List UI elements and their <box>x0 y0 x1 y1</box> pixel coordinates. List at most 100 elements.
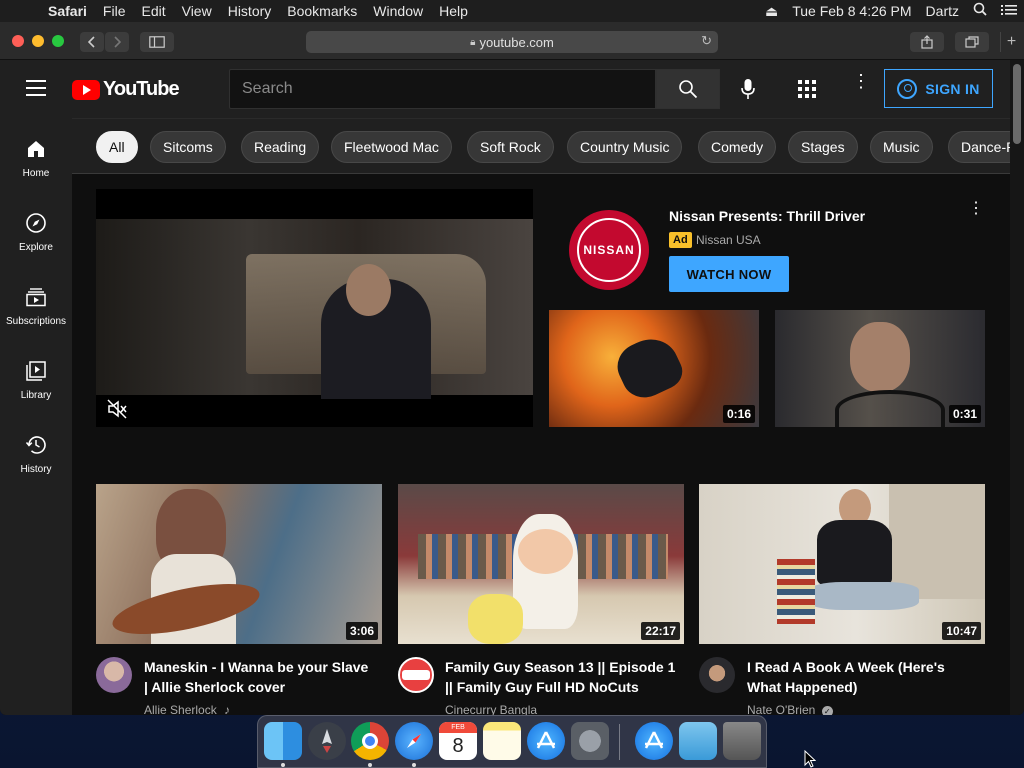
menubar-clock[interactable]: Tue Feb 8 4:26 PM <box>785 0 918 22</box>
ad-badge: Ad <box>669 232 692 248</box>
close-window-button[interactable] <box>12 35 24 47</box>
sidebar-toggle-button[interactable] <box>140 32 174 52</box>
video-title[interactable]: Family Guy Season 13 || Episode 1 || Fam… <box>445 657 675 697</box>
ad-title[interactable]: Nissan Presents: Thrill Driver <box>669 208 865 224</box>
chip-all[interactable]: All <box>96 131 138 163</box>
guide-item-subscriptions[interactable]: Subscriptions <box>0 286 72 327</box>
app-store-icon[interactable] <box>527 722 565 760</box>
nissan-logo[interactable]: NISSAN <box>569 210 649 290</box>
nissan-logo-text: NISSAN <box>583 243 635 257</box>
search-button[interactable] <box>656 69 720 109</box>
video-duration: 22:17 <box>641 622 680 640</box>
ad-video-player[interactable] <box>96 189 533 427</box>
verified-check-icon: ✓ <box>821 706 833 715</box>
reload-icon[interactable]: ↻ <box>701 33 712 49</box>
trash-icon[interactable] <box>723 722 761 760</box>
guide-label-home: Home <box>22 168 50 179</box>
video-channel[interactable]: Allie Sherlock ♪ <box>144 703 230 715</box>
video-title[interactable]: I Read A Book A Week (Here's What Happen… <box>747 657 945 697</box>
app-store-downloads-icon[interactable] <box>635 722 673 760</box>
eject-icon[interactable]: ⏏ <box>758 0 785 22</box>
notes-icon[interactable] <box>483 722 521 760</box>
menu-app-safari[interactable]: Safari <box>40 0 95 22</box>
video-thumbnail[interactable]: 22:17 <box>398 484 684 644</box>
channel-avatar[interactable] <box>398 657 434 693</box>
finder-icon[interactable] <box>264 722 302 760</box>
guide-item-home[interactable]: Home <box>0 138 72 179</box>
ad-more-options-icon[interactable]: ⋮ <box>968 201 984 226</box>
hamburger-menu-icon[interactable] <box>26 80 46 96</box>
launchpad-icon[interactable] <box>308 722 346 760</box>
voice-search-button[interactable] <box>733 72 763 106</box>
guide-item-explore[interactable]: Explore <box>0 212 72 253</box>
music-note-icon: ♪ <box>224 703 231 715</box>
address-bar[interactable]: 🔒︎ youtube.com ↻ <box>306 31 718 53</box>
minimize-window-button[interactable] <box>32 35 44 47</box>
menubar-user[interactable]: Dartz <box>919 0 966 22</box>
video-title[interactable]: Maneskin - I Wanna be your Slave | Allie… <box>144 657 368 697</box>
library-icon <box>25 360 47 382</box>
menu-window[interactable]: Window <box>365 0 431 22</box>
chip-soft-rock[interactable]: Soft Rock <box>467 131 554 163</box>
calendar-icon[interactable]: FEB 8 <box>439 722 477 760</box>
back-button[interactable] <box>80 32 104 52</box>
video-thumbnail[interactable]: 10:47 <box>699 484 985 644</box>
control-center-list-icon[interactable] <box>994 0 1024 22</box>
chip-filter-bar: All Sitcoms Reading Fleetwood Mac Soft R… <box>72 118 1010 174</box>
zoom-window-button[interactable] <box>52 35 64 47</box>
chip-fleetwood-mac[interactable]: Fleetwood Mac <box>331 131 452 163</box>
guide-item-library[interactable]: Library <box>0 360 72 401</box>
chip-comedy[interactable]: Comedy <box>698 131 777 163</box>
chip-music[interactable]: Music <box>870 131 933 163</box>
system-preferences-icon[interactable] <box>571 722 609 760</box>
ad-thumbnail-driver[interactable]: 0:31 <box>775 310 985 427</box>
spotlight-search-icon[interactable] <box>966 0 994 22</box>
channel-avatar[interactable] <box>96 657 132 693</box>
menu-view[interactable]: View <box>174 0 220 22</box>
channel-avatar[interactable] <box>699 657 735 693</box>
video-thumbnail[interactable]: 3:06 <box>96 484 382 644</box>
video-title-line: Maneskin - I Wanna be your Slave <box>144 659 369 675</box>
video-channel[interactable]: Nate O'Brien ✓ <box>747 703 833 715</box>
tab-overview-button[interactable] <box>955 32 989 52</box>
guide-label-history: History <box>20 464 52 475</box>
share-icon <box>921 35 933 49</box>
menu-help[interactable]: Help <box>431 0 476 22</box>
chip-sitcoms[interactable]: Sitcoms <box>150 131 226 163</box>
chrome-icon[interactable] <box>351 722 389 760</box>
dock-divider <box>619 724 620 760</box>
video-channel-name: Allie Sherlock <box>144 703 217 715</box>
guide-label-library: Library <box>20 390 52 401</box>
chip-country-music[interactable]: Country Music <box>567 131 683 163</box>
chip-stages[interactable]: Stages <box>788 131 858 163</box>
forward-button[interactable] <box>105 32 129 52</box>
chip-dance[interactable]: Dance-P <box>948 131 1010 163</box>
ad-thumb-duration: 0:31 <box>948 405 981 423</box>
video-channel[interactable]: Cinecurry Bangla <box>445 703 537 715</box>
ad-thumbnail-explosion[interactable]: 0:16 <box>549 310 759 427</box>
safari-icon[interactable] <box>395 722 433 760</box>
chip-reading[interactable]: Reading <box>241 131 320 163</box>
settings-more-icon[interactable]: ⋮ <box>852 72 870 101</box>
new-tab-button[interactable]: + <box>1000 32 1022 52</box>
menu-edit[interactable]: Edit <box>133 0 173 22</box>
guide-item-history[interactable]: History <box>0 434 72 475</box>
video-title-line: I Read A Book A Week (Here's <box>747 659 945 675</box>
watch-now-button[interactable]: WATCH NOW <box>669 256 789 292</box>
menu-file[interactable]: File <box>95 0 134 22</box>
scrollbar-thumb[interactable] <box>1013 64 1021 144</box>
share-button[interactable] <box>910 32 944 52</box>
menu-bookmarks[interactable]: Bookmarks <box>279 0 365 22</box>
youtube-logo[interactable]: YouTube <box>72 78 180 101</box>
menu-history[interactable]: History <box>220 0 280 22</box>
search-input[interactable]: Search <box>229 69 656 109</box>
sign-in-button[interactable]: SIGN IN <box>884 69 993 108</box>
page-scrollbar[interactable] <box>1010 60 1024 715</box>
sign-in-label: SIGN IN <box>925 80 980 97</box>
muted-speaker-icon[interactable] <box>106 398 128 420</box>
chevron-right-icon <box>114 36 121 48</box>
youtube-play-icon <box>72 79 100 100</box>
apps-grid-icon[interactable] <box>797 79 819 101</box>
downloads-folder-icon[interactable] <box>679 722 717 760</box>
ad-channel[interactable]: Nissan USA <box>696 233 761 247</box>
